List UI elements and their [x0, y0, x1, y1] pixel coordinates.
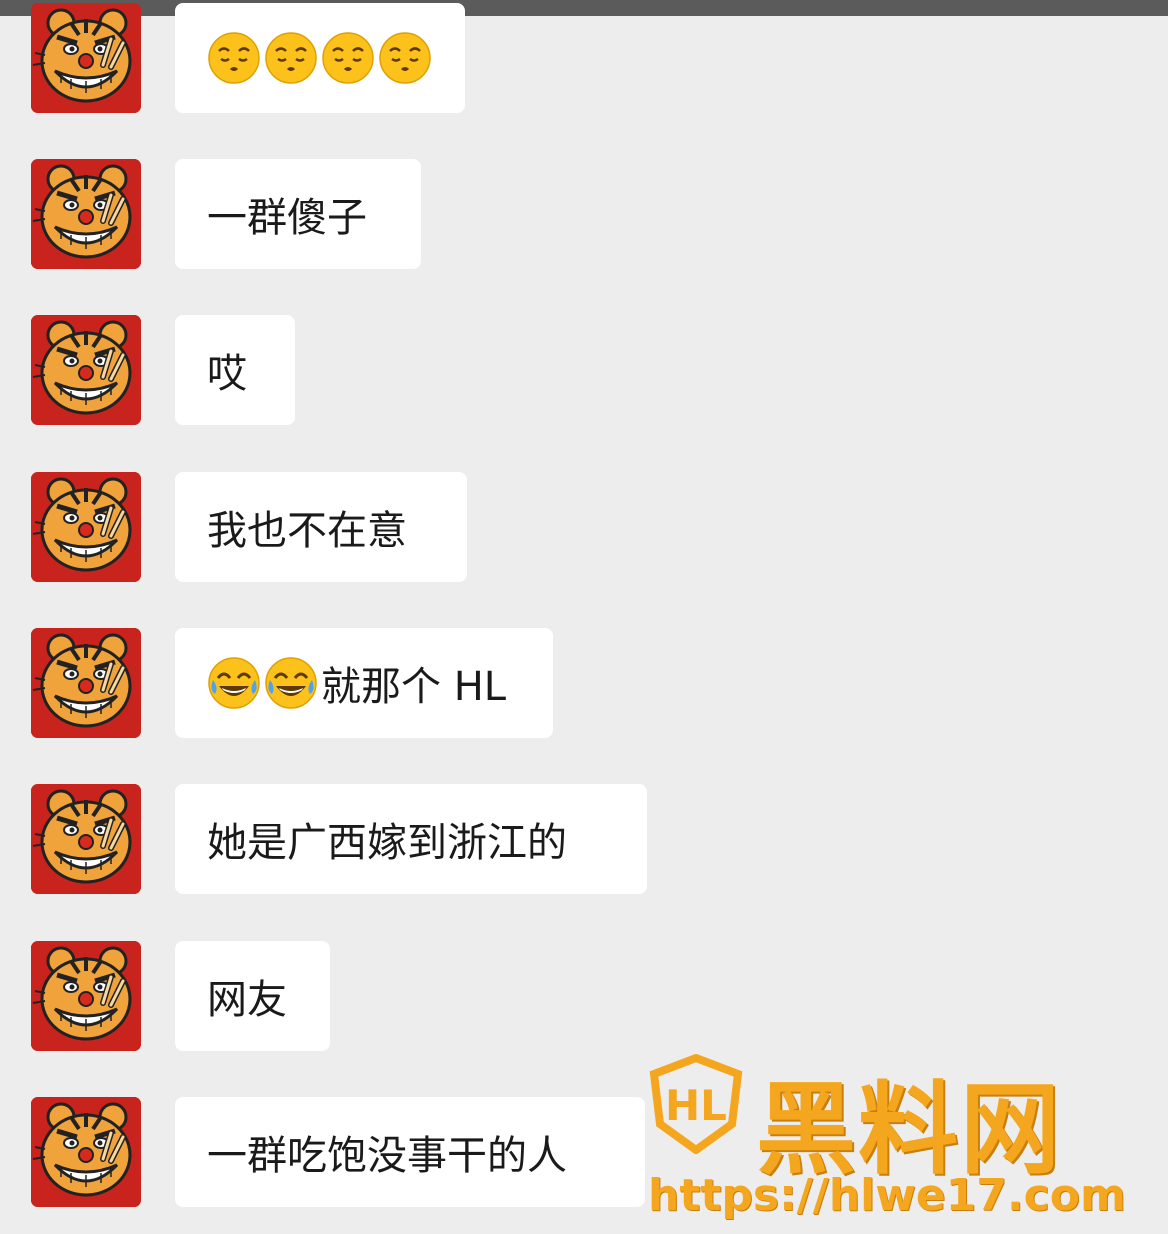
message-bubble[interactable]: 一群吃饱没事干的人 [175, 1097, 645, 1207]
watermark: HL 黑料网 https://hlwe17.com [648, 1050, 1148, 1230]
hl-shield-logo-icon: HL [649, 1054, 743, 1154]
message-text: 我也不在意 [207, 508, 407, 554]
message-bubble[interactable]: 一群傻子 [175, 159, 421, 269]
avatar[interactable] [31, 315, 141, 425]
message-bubble[interactable]: 她是广西嫁到浙江的 [175, 784, 647, 894]
watermark-url: https://hlwe17.com [648, 1170, 1126, 1221]
message-text: 一群吃饱没事干的人 [207, 1133, 567, 1179]
avatar[interactable] [31, 941, 141, 1051]
kissing-face-icon [264, 31, 318, 85]
message-row: 她是广西嫁到浙江的 [0, 784, 1168, 896]
tiger-avatar-icon [31, 1097, 141, 1207]
kissing-face-icon [378, 31, 432, 85]
message-bubble[interactable]: 网友 [175, 941, 330, 1051]
tiger-avatar-icon [31, 784, 141, 894]
message-text: 她是广西嫁到浙江的 [207, 820, 567, 866]
message-row: 一群傻子 [0, 159, 1168, 271]
tiger-avatar-icon [31, 315, 141, 425]
message-bubble[interactable]: 我也不在意 [175, 472, 467, 582]
message-row [0, 3, 1168, 115]
tears-of-joy-icon [207, 656, 261, 710]
tiger-avatar-icon [31, 159, 141, 269]
message-row: 就那个 HL [0, 628, 1168, 740]
avatar[interactable] [31, 3, 141, 113]
message-row: 网友 [0, 941, 1168, 1053]
kissing-face-icon [321, 31, 375, 85]
tears-of-joy-icon [264, 656, 318, 710]
svg-text:HL: HL [665, 1081, 727, 1130]
message-text: 一群傻子 [207, 195, 367, 241]
avatar[interactable] [31, 472, 141, 582]
message-row: 哎 [0, 315, 1168, 427]
tiger-avatar-icon [31, 472, 141, 582]
message-text: 就那个 HL [321, 664, 507, 710]
message-row: 我也不在意 [0, 472, 1168, 584]
avatar[interactable] [31, 628, 141, 738]
message-bubble[interactable]: 哎 [175, 315, 295, 425]
message-text: 哎 [207, 351, 247, 397]
tiger-avatar-icon [31, 628, 141, 738]
tiger-avatar-icon [31, 3, 141, 113]
kissing-face-icon [207, 31, 261, 85]
message-text: 网友 [207, 977, 287, 1023]
tiger-avatar-icon [31, 941, 141, 1051]
avatar[interactable] [31, 784, 141, 894]
message-bubble[interactable] [175, 3, 465, 113]
avatar[interactable] [31, 159, 141, 269]
avatar[interactable] [31, 1097, 141, 1207]
message-bubble[interactable]: 就那个 HL [175, 628, 553, 738]
